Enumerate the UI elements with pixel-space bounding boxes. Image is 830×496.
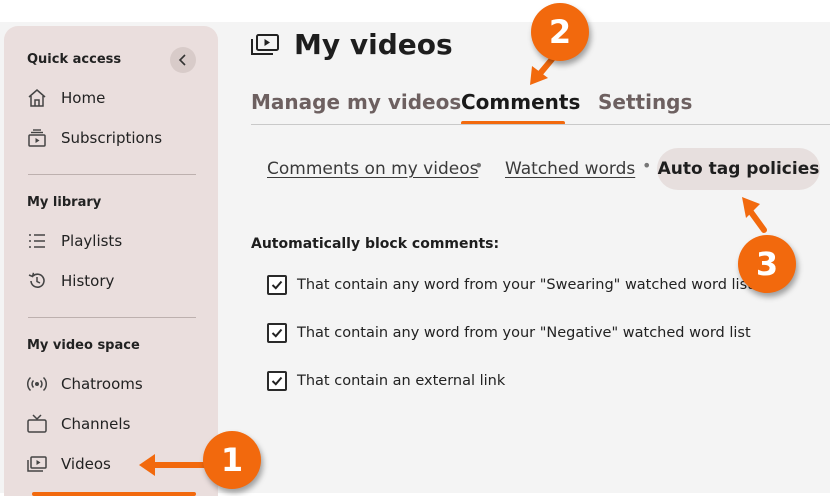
page-title: My videos <box>294 27 453 61</box>
sidebar-item-label: Subscriptions <box>61 129 163 147</box>
tab-settings[interactable]: Settings <box>598 90 692 114</box>
sidebar-item-history[interactable]: History <box>26 267 114 295</box>
sidebar-divider <box>28 174 196 175</box>
subnav-auto-tag-policies[interactable]: Auto tag policies <box>657 148 820 190</box>
videos-icon <box>26 453 48 475</box>
sidebar-item-label: Home <box>61 89 106 107</box>
annotation-badge-2: 2 <box>531 3 589 61</box>
checkmark-icon <box>271 376 283 386</box>
history-icon <box>26 270 48 292</box>
sidebar-item-home[interactable]: Home <box>26 84 105 112</box>
chevron-left-icon <box>178 54 186 66</box>
sidebar-item-videos[interactable]: Videos <box>26 450 111 478</box>
sidebar-item-label: Chatrooms <box>61 375 143 393</box>
sidebar-item-label: Playlists <box>61 232 123 250</box>
sidebar-section-my-video-space: My video space <box>27 338 140 353</box>
sidebar-item-label: Channels <box>61 415 131 433</box>
checkbox-row-external-link[interactable]: That contain an external link <box>267 370 505 392</box>
sidebar-divider <box>28 317 196 318</box>
checkbox-external-link[interactable] <box>267 371 287 391</box>
annotation-badge-1: 1 <box>203 431 261 489</box>
sidebar-item-playlists[interactable]: Playlists <box>26 227 122 255</box>
checkbox-negative[interactable] <box>267 323 287 343</box>
checkbox-row-negative[interactable]: That contain any word from your "Negativ… <box>267 322 751 344</box>
subnav-separator: • <box>474 156 484 175</box>
sidebar-section-my-library: My library <box>27 195 102 210</box>
annotation-arrow-1 <box>139 454 207 476</box>
tab-comments[interactable]: Comments <box>461 90 580 114</box>
page-header: My videos <box>250 24 453 64</box>
checkbox-label: That contain an external link <box>297 373 506 389</box>
videos-icon <box>250 31 280 57</box>
sidebar-item-subscriptions[interactable]: Subscriptions <box>26 124 162 152</box>
broadcast-icon <box>26 373 48 395</box>
block-comments-heading: Automatically block comments: <box>251 236 500 252</box>
sidebar: Quick access Home Subscriptions My libra… <box>4 26 218 496</box>
tab-manage-my-videos[interactable]: Manage my videos <box>251 90 461 114</box>
sidebar-section-quick-access: Quick access <box>27 52 122 67</box>
subscriptions-icon <box>26 127 48 149</box>
sidebar-item-channels[interactable]: Channels <box>26 410 130 438</box>
annotation-arrow-3 <box>742 197 767 233</box>
checkmark-icon <box>271 328 283 338</box>
home-icon <box>26 87 48 109</box>
tabs-divider <box>251 124 830 125</box>
sidebar-item-label: Videos <box>61 455 111 473</box>
checkmark-icon <box>271 280 283 290</box>
checkbox-swearing[interactable] <box>267 275 287 295</box>
subnav-watched-words[interactable]: Watched words <box>505 159 635 179</box>
checkbox-row-swearing[interactable]: That contain any word from your "Swearin… <box>267 274 753 296</box>
subnav-separator: • <box>642 156 652 175</box>
sidebar-item-chatrooms[interactable]: Chatrooms <box>26 370 143 398</box>
sidebar-item-label: History <box>61 272 115 290</box>
annotation-badge-3: 3 <box>738 235 796 293</box>
checkbox-label: That contain any word from your "Swearin… <box>297 277 753 293</box>
playlist-icon <box>26 230 48 252</box>
subnav-comments-on-my-videos[interactable]: Comments on my videos <box>267 159 478 179</box>
tv-icon <box>26 413 48 435</box>
checkbox-label: That contain any word from your "Negativ… <box>297 325 751 341</box>
collapse-sidebar-button[interactable] <box>170 47 196 73</box>
